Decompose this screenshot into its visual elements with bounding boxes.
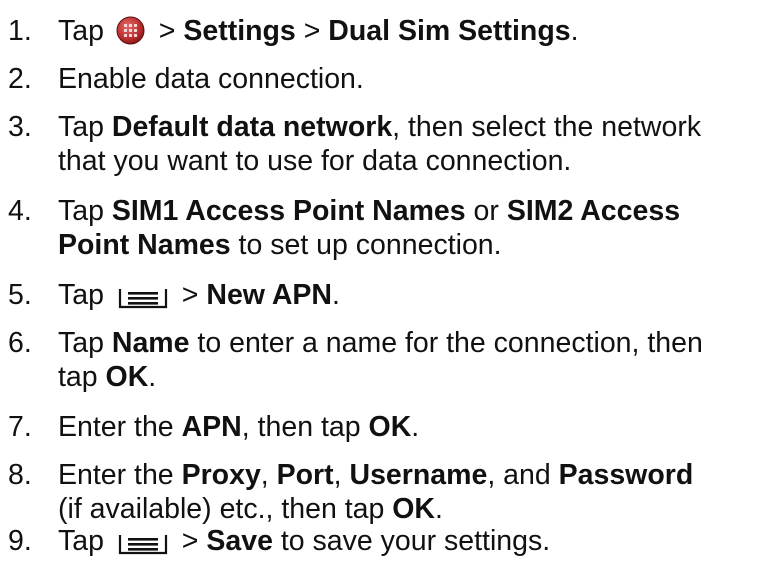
step-text-part: > bbox=[295, 15, 329, 47]
step-text-part: Tap bbox=[58, 15, 112, 47]
step-number: 6. bbox=[8, 327, 32, 359]
step-text-part: , and bbox=[487, 459, 559, 491]
step-number: 8. bbox=[8, 459, 32, 491]
step-number: 7. bbox=[8, 411, 32, 443]
step-text-part: Tap bbox=[58, 525, 112, 557]
step-text-bold: Dual Sim Settings bbox=[328, 15, 571, 47]
step-text-bold: Save bbox=[206, 525, 273, 557]
step-text-part: . bbox=[570, 15, 579, 47]
step-text-part: , then tap bbox=[241, 411, 369, 443]
step-text-part: , bbox=[260, 459, 277, 491]
menu-key-icon bbox=[118, 283, 168, 309]
step-text-part: > bbox=[173, 279, 207, 311]
step-number: 5. bbox=[8, 279, 32, 311]
step-text-part: . bbox=[332, 279, 340, 311]
step-text-bold: Default data network bbox=[111, 111, 393, 143]
step-text-part: Enable data connection. bbox=[58, 63, 364, 95]
step-text: Tap > Save to save your settings. bbox=[58, 524, 550, 558]
step-number: 3. bbox=[8, 111, 32, 143]
step-text: Enter the APN, then tap OK. bbox=[58, 410, 419, 444]
step-text: Tap > Settings > Dual Sim Settings. bbox=[58, 14, 579, 48]
step-text-bold: APN bbox=[181, 411, 242, 443]
step-text-part: > bbox=[150, 15, 184, 47]
step-text-bold: Name bbox=[111, 327, 190, 359]
step-number: 2. bbox=[8, 63, 32, 95]
step-text-part: Tap bbox=[58, 111, 112, 143]
step-number: 9. bbox=[8, 525, 32, 557]
step-text-part: to enter a name for the connection, then bbox=[189, 327, 703, 359]
step-text: Enter the Proxy, Port, Username, and Pas… bbox=[58, 458, 693, 526]
step-text-part: Tap bbox=[58, 195, 112, 227]
step-text-part: Enter the bbox=[58, 459, 182, 491]
step-text-bold: Settings bbox=[183, 15, 296, 47]
step-text: Tap SIM1 Access Point Names or SIM2 Acce… bbox=[58, 194, 680, 262]
step-text-bold: New APN bbox=[206, 279, 332, 311]
step-text-bold: Point Names bbox=[58, 229, 231, 261]
step-text-bold: Password bbox=[558, 459, 694, 491]
step-text-part: . bbox=[411, 411, 420, 443]
step-text-part: , then select the network bbox=[392, 111, 702, 143]
step-text-bold: Username bbox=[349, 459, 488, 491]
step-text: Tap Default data network, then select th… bbox=[58, 110, 701, 178]
step-text-part: to set up connection. bbox=[230, 229, 502, 261]
step-text-bold: OK bbox=[368, 411, 412, 443]
step-text-part: Enter the bbox=[58, 411, 182, 443]
step-text-part: (if available) etc., then tap bbox=[58, 493, 393, 525]
step-text-part: Tap bbox=[58, 327, 112, 359]
step-text-part: to save your settings. bbox=[272, 525, 551, 557]
step-text-part: . bbox=[148, 361, 157, 393]
step-text-bold: SIM1 Access Point Names bbox=[111, 195, 466, 227]
step-text: Tap Name to enter a name for the connect… bbox=[58, 326, 703, 394]
step-text-part: . bbox=[435, 493, 443, 525]
step-text-bold: Port bbox=[276, 459, 334, 491]
step-text-part: or bbox=[465, 195, 507, 227]
step-text-bold: Proxy bbox=[181, 459, 261, 491]
step-text-bold: SIM2 Access bbox=[506, 195, 681, 227]
step-text-bold: OK bbox=[105, 361, 149, 393]
step-text-part: , bbox=[333, 459, 350, 491]
step-number: 4. bbox=[8, 195, 32, 227]
step-text-bold: OK bbox=[392, 493, 436, 525]
step-text: Tap > New APN. bbox=[58, 278, 340, 312]
step-text-part: that you want to use for data connection… bbox=[58, 145, 572, 177]
step-text-part: > bbox=[173, 525, 207, 557]
menu-key-icon bbox=[118, 529, 168, 555]
step-text-part: tap bbox=[58, 361, 106, 393]
step-text-part: Tap bbox=[58, 279, 112, 311]
step-text: Enable data connection. bbox=[58, 62, 364, 96]
step-number: 1. bbox=[8, 15, 32, 47]
apps-grid-icon bbox=[116, 16, 145, 45]
